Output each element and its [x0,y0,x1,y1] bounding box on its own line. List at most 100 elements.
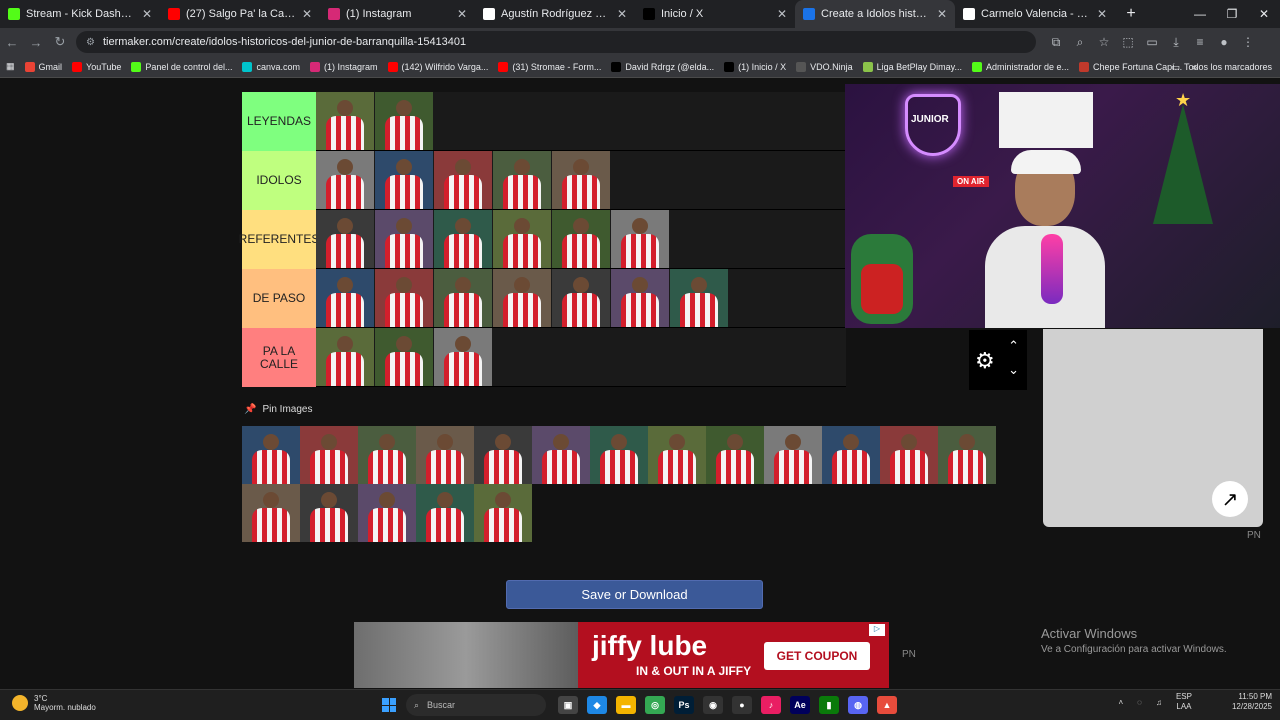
bookmark-item[interactable]: Panel de control del... [131,61,232,72]
site-info-icon[interactable]: ⚙ [86,37,95,48]
close-tab-icon[interactable]: ✕ [937,7,947,21]
player-photo[interactable] [375,328,433,386]
close-tab-icon[interactable]: ✕ [617,7,627,21]
bookmark-item[interactable]: (1) Instagram [310,61,378,72]
player-photo[interactable] [764,426,822,484]
bookmark-item[interactable]: VDO.Ninja [796,61,853,72]
bookmark-item[interactable]: (1) Inicio / X [724,61,786,72]
browser-tab[interactable]: Agustín Rodríguez Rosano - W ✕ [475,0,635,28]
player-photo[interactable] [416,426,474,484]
tier-label[interactable]: IDOLOS [242,151,316,210]
player-photo[interactable] [375,269,433,327]
player-photo[interactable] [416,484,474,542]
player-photo[interactable] [300,484,358,542]
zoom-icon[interactable]: ⌕ [1068,35,1092,50]
browser-tab[interactable]: Stream - Kick Dashboard ✕ [0,0,160,28]
bookmark-item[interactable]: YouTube [72,61,121,72]
copilot-icon[interactable]: ◆ [587,696,607,714]
bookmark-item[interactable]: Chepe Fortuna Capí... [1079,61,1182,72]
bookmark-star-icon[interactable]: ☆ [1092,35,1116,50]
reload-icon[interactable]: ↻ [48,34,72,50]
download-icon[interactable]: ⤓ [1164,35,1188,50]
more-icon[interactable]: ⋮ [1236,35,1260,50]
player-photo[interactable] [706,426,764,484]
ad-choices-icon[interactable]: ▷ [869,624,885,636]
player-photo[interactable] [375,92,433,150]
get-coupon-button[interactable]: GET COUPON [764,642,870,670]
close-window-icon[interactable]: ✕ [1248,0,1280,28]
player-photo[interactable] [375,151,433,209]
move-down-icon[interactable]: ⌄ [1008,362,1019,378]
bookmark-item[interactable]: Gmail [24,61,62,72]
maximize-icon[interactable]: ❐ [1216,0,1248,28]
obs-icon[interactable]: ◉ [703,696,723,714]
player-photo[interactable] [316,92,374,150]
player-photo[interactable] [880,426,938,484]
expand-arrow-icon[interactable]: ↗ [1212,481,1248,517]
player-photo[interactable] [300,426,358,484]
save-or-download-button[interactable]: Save or Download [506,580,763,609]
player-photo[interactable] [434,210,492,268]
player-photo[interactable] [611,210,669,268]
player-photo[interactable] [552,269,610,327]
player-photo[interactable] [434,269,492,327]
minimize-icon[interactable]: — [1184,0,1216,28]
move-up-icon[interactable]: ⌃ [1008,338,1019,354]
brave-icon[interactable]: ▲ [877,696,897,714]
player-photo[interactable] [434,151,492,209]
player-photo[interactable] [316,210,374,268]
apps-icon[interactable]: ▦ [6,61,15,72]
tier-label[interactable]: DE PASO [242,269,316,328]
cast-icon[interactable]: ▭ [1140,35,1164,50]
settings-gear-icon[interactable]: ⚙ [975,348,995,374]
player-photo[interactable] [316,328,374,386]
player-photo[interactable] [938,426,996,484]
tier-label[interactable]: REFERENTES [239,210,319,269]
browser-tab[interactable]: Carmelo Valencia - Wikipedia, l ✕ [955,0,1115,28]
player-photo[interactable] [474,426,532,484]
pin-images-toggle[interactable]: 📌 Pin Images [244,404,312,415]
browser-tab[interactable]: Create a Idolos históricos del Ju ✕ [795,0,955,28]
tier-label[interactable]: PA LA CALLE [242,328,316,387]
player-photo[interactable] [552,210,610,268]
tray-overflow-icon[interactable]: ˄ [1119,698,1124,707]
davinci-icon[interactable]: ● [732,696,752,714]
file-explorer-icon[interactable]: ▬ [616,696,636,714]
player-photo[interactable] [474,484,532,542]
clock[interactable]: 11:50 PM 12/28/2025 [1232,692,1272,712]
close-tab-icon[interactable]: ✕ [302,7,312,21]
weather-widget[interactable]: 3°C Mayorm. nublado [12,694,96,712]
bookmark-item[interactable]: Liga BetPlay Dimay... [862,61,962,72]
bookmark-item[interactable]: canva.com [242,61,300,72]
player-photo[interactable] [358,484,416,542]
player-photo[interactable] [316,269,374,327]
new-tab-icon[interactable]: + [1119,5,1143,23]
browser-tab[interactable]: (27) Salgo Pa' la Calle - YouTube ✕ [160,0,320,28]
terminal-icon[interactable]: ▮ [819,696,839,714]
back-icon[interactable]: ← [0,35,24,50]
tier-label[interactable]: LEYENDAS [242,92,316,151]
player-photo[interactable] [532,426,590,484]
photoshop-icon[interactable]: Ps [674,696,694,714]
task-view-icon[interactable]: ▣ [558,696,578,714]
player-photo[interactable] [242,484,300,542]
start-icon[interactable] [382,698,396,712]
browser-tab[interactable]: Inicio / X ✕ [635,0,795,28]
close-tab-icon[interactable]: ✕ [1097,7,1107,21]
player-photo[interactable] [493,210,551,268]
extensions-icon[interactable]: ⬚ [1116,35,1140,50]
discord-icon[interactable]: ◍ [848,696,868,714]
bookmark-item[interactable]: Administrador de e... [972,61,1069,72]
translate-icon[interactable]: ⧉ [1044,35,1068,50]
volume-icon[interactable]: ♫ [1156,698,1162,707]
player-photo[interactable] [822,426,880,484]
close-tab-icon[interactable]: ✕ [777,7,787,21]
player-photo[interactable] [358,426,416,484]
player-photo[interactable] [670,269,728,327]
player-photo[interactable] [375,210,433,268]
player-photo[interactable] [493,151,551,209]
forward-icon[interactable]: → [24,35,48,50]
after-effects-icon[interactable]: Ae [790,696,810,714]
network-icon[interactable]: ◌ [1137,698,1142,707]
url-field[interactable]: ⚙ tiermaker.com/create/idolos-historicos… [76,31,1036,53]
